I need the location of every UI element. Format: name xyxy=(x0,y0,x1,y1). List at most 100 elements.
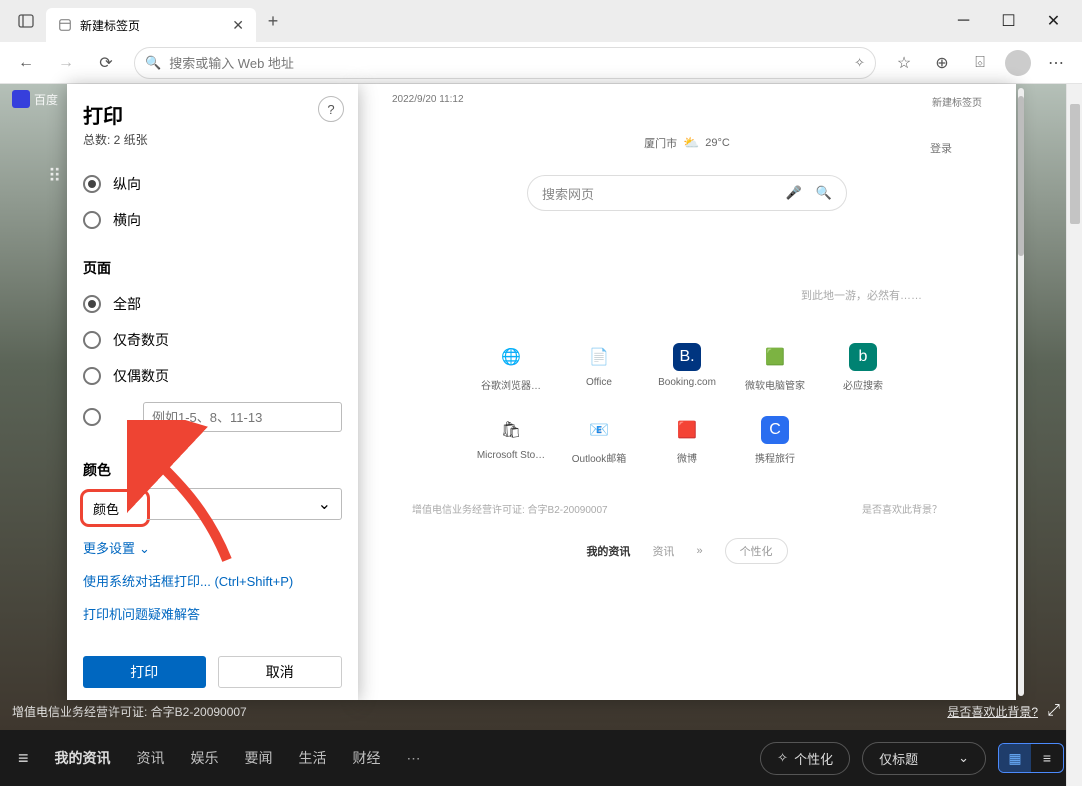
quicklink-icon: C xyxy=(761,416,789,444)
quicklink-tile: 🟥 微博 xyxy=(643,416,731,465)
apps-grid-icon[interactable]: ⠿ xyxy=(48,166,61,187)
layout-filter-select[interactable]: 仅标题⌄ xyxy=(862,742,986,775)
browser-toolbar: ← → ⟳ 🔍 搜索或输入 Web 地址 ✧ ☆ ⊕ ⌺ ⋯ xyxy=(0,42,1082,84)
mic-icon: 🎤 xyxy=(786,185,802,201)
more-settings-link[interactable]: 更多设置⌄ xyxy=(83,538,342,557)
quicklink-icon: 🟥 xyxy=(673,416,701,444)
quicklink-label: 携程旅行 xyxy=(755,450,795,465)
feed-tab-my[interactable]: 我的资讯 xyxy=(55,748,111,768)
feed-bottom-bar: ≡ 我的资讯 资讯 娱乐 要闻 生活 财经 ⋯ ✧个性化 仅标题⌄ ▦ ≡ xyxy=(0,730,1082,786)
tab-actions-button[interactable] xyxy=(6,6,46,36)
color-section-label: 颜色 xyxy=(83,460,342,480)
bookmark-link[interactable]: 百度 xyxy=(34,91,58,108)
sparkle-icon: ✧ xyxy=(777,750,788,766)
grid-view-icon[interactable]: ▦ xyxy=(999,744,1031,772)
refresh-button[interactable]: ⟳ xyxy=(88,47,124,79)
window-maximize-button[interactable]: ☐ xyxy=(986,6,1031,36)
search-icon: 🔍 xyxy=(145,55,161,71)
feed-tab-news[interactable]: 资讯 xyxy=(137,748,165,768)
feed-tab-top[interactable]: 要闻 xyxy=(245,748,273,768)
pages-even[interactable]: 仅偶数页 xyxy=(83,358,342,394)
quicklink-icon: 📧 xyxy=(585,416,613,444)
tab-close-button[interactable]: ✕ xyxy=(232,17,244,34)
quicklink-tile: b 必应搜索 xyxy=(819,343,907,392)
pages-group: 全部 仅奇数页 仅偶数页 xyxy=(83,286,342,440)
color-select[interactable]: 颜色 ⌄ xyxy=(83,488,342,524)
pages-range-input[interactable] xyxy=(143,402,342,432)
quicklink-label: Outlook邮箱 xyxy=(572,450,626,465)
quicklink-label: Office xyxy=(586,377,612,388)
feed-tab-ent[interactable]: 娱乐 xyxy=(191,748,219,768)
read-aloud-icon[interactable]: ✧ xyxy=(854,55,865,71)
pages-custom[interactable] xyxy=(83,394,342,440)
print-dialog: ? 打印 总数: 2 纸张 纵向 横向 页面 全部 仅奇数页 仅偶数页 颜色 颜… xyxy=(67,84,358,700)
feed-more-icon[interactable]: ⋯ xyxy=(407,750,423,767)
collections-button[interactable]: ⊕ xyxy=(924,47,960,79)
quicklink-tile: B. Booking.com xyxy=(643,343,731,392)
preview-quicklinks: 🌐 谷歌浏览器… 📄 Office B. Booking.com 🟩微软电脑管家 b 必应搜索 🛍… xyxy=(392,343,982,465)
expand-icon[interactable]: ⤢ xyxy=(1047,702,1060,720)
system-dialog-link[interactable]: 使用系统对话框打印... (Ctrl+Shift+P) xyxy=(83,571,342,590)
orientation-portrait[interactable]: 纵向 xyxy=(83,166,342,202)
quicklink-label: 必应搜索 xyxy=(843,377,883,392)
browser-tab[interactable]: 新建标签页 ✕ xyxy=(46,8,256,42)
profile-button[interactable] xyxy=(1000,47,1036,79)
extensions-button[interactable]: ⌺ xyxy=(962,47,998,79)
address-bar[interactable]: 🔍 搜索或输入 Web 地址 ✧ xyxy=(134,47,876,79)
preview-scrollbar[interactable] xyxy=(1018,88,1024,696)
chevron-down-icon: ⌄ xyxy=(139,541,150,556)
quicklink-tile: C 携程旅行 xyxy=(731,416,819,465)
background-question-link[interactable]: 是否喜欢此背景? xyxy=(947,703,1038,720)
print-total: 总数: 2 纸张 xyxy=(83,131,342,148)
pages-all[interactable]: 全部 xyxy=(83,286,342,322)
layout-toggle[interactable]: ▦ ≡ xyxy=(998,743,1064,773)
tab-title: 新建标签页 xyxy=(80,17,140,34)
quicklink-tile: 🛍 Microsoft Sto… xyxy=(467,416,555,465)
quicklink-icon: 📄 xyxy=(585,343,613,371)
favorites-button[interactable]: ☆ xyxy=(886,47,922,79)
quicklink-icon: 🛍 xyxy=(497,416,525,444)
cancel-button[interactable]: 取消 xyxy=(218,656,343,688)
baidu-icon xyxy=(12,90,30,108)
preview-login: 登录 xyxy=(930,140,952,156)
quicklink-tile: 📧 Outlook邮箱 xyxy=(555,416,643,465)
preview-bottom-tabs: 我的资讯 资讯 » 个性化 xyxy=(392,538,982,564)
quicklink-label: Microsoft Sto… xyxy=(477,450,545,461)
back-button[interactable]: ← xyxy=(8,47,44,79)
hamburger-icon[interactable]: ≡ xyxy=(18,748,29,769)
chevron-down-icon: ⌄ xyxy=(318,494,331,514)
address-placeholder: 搜索或输入 Web 地址 xyxy=(169,53,294,72)
quicklink-icon: B. xyxy=(673,343,701,371)
quicklink-label: Booking.com xyxy=(658,377,716,388)
new-tab-button[interactable]: + xyxy=(256,4,290,38)
license-text: 增值电信业务经营许可证: 合字B2-20090007 xyxy=(12,703,247,720)
search-icon: 🔍 xyxy=(816,185,832,201)
forward-button[interactable]: → xyxy=(48,47,84,79)
quicklink-icon: 🌐 xyxy=(497,343,525,371)
pages-odd[interactable]: 仅奇数页 xyxy=(83,322,342,358)
personalize-button[interactable]: ✧个性化 xyxy=(760,742,850,775)
print-button[interactable]: 打印 xyxy=(83,656,206,688)
feed-tab-life[interactable]: 生活 xyxy=(299,748,327,768)
orientation-landscape[interactable]: 横向 xyxy=(83,202,342,238)
preview-location: 厦门市 ⛅ 29°C xyxy=(392,135,982,151)
window-close-button[interactable]: ✕ xyxy=(1031,6,1076,36)
quicklink-icon: 🟩 xyxy=(761,343,789,371)
page-icon xyxy=(58,18,72,32)
chevron-down-icon: ⌄ xyxy=(958,750,969,766)
quicklink-tile: 🟩微软电脑管家 xyxy=(731,343,819,392)
preview-page-title: 新建标签页 xyxy=(932,94,982,109)
quicklink-label: 谷歌浏览器… xyxy=(481,377,541,392)
list-view-icon[interactable]: ≡ xyxy=(1031,744,1063,772)
quicklink-icon: b xyxy=(849,343,877,371)
preview-drift-text: 到此地一游，必然有…… xyxy=(392,287,922,303)
more-button[interactable]: ⋯ xyxy=(1038,47,1074,79)
quicklink-label: 微博 xyxy=(677,450,697,465)
feed-tab-finance[interactable]: 财经 xyxy=(353,748,381,768)
pages-section-label: 页面 xyxy=(83,258,342,278)
help-button[interactable]: ? xyxy=(318,96,344,122)
quicklink-tile: 📄 Office xyxy=(555,343,643,392)
troubleshoot-link[interactable]: 打印机问题疑难解答 xyxy=(83,604,342,623)
window-minimize-button[interactable]: ─ xyxy=(941,6,986,36)
page-scrollbar[interactable] xyxy=(1066,84,1082,786)
